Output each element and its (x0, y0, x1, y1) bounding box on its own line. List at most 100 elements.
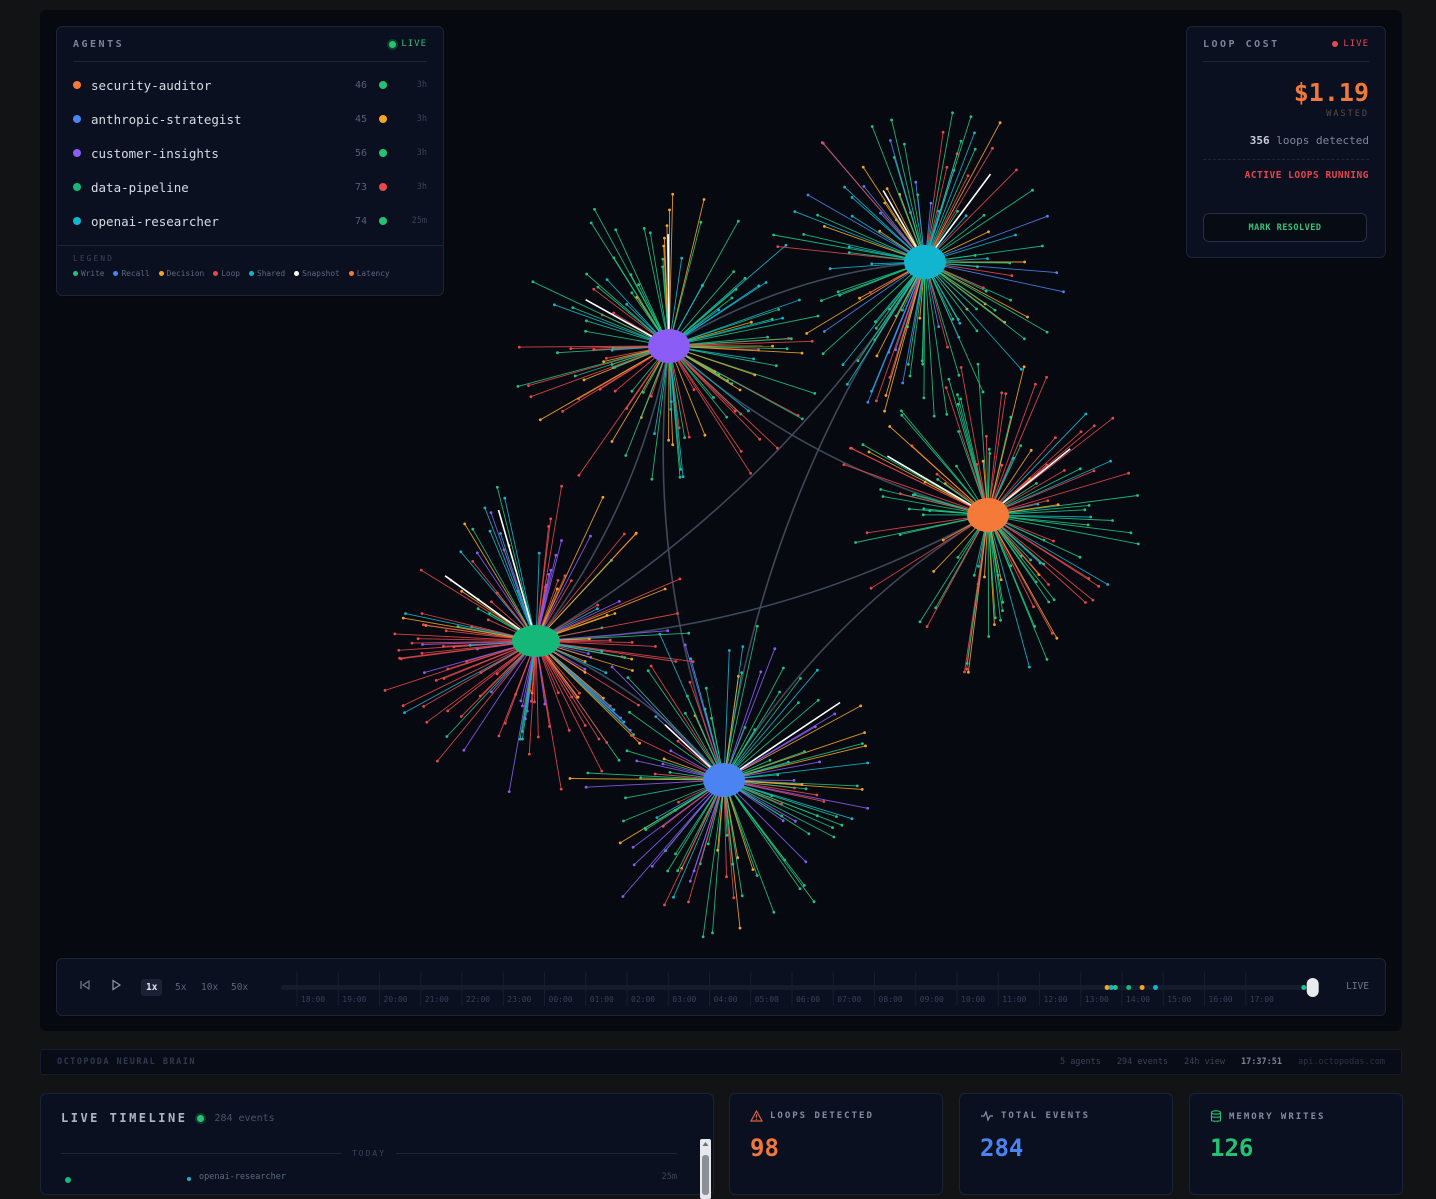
timeline-event-marker[interactable] (1153, 985, 1158, 990)
agent-node-anthropic-strategist[interactable] (703, 763, 745, 797)
hour-label: 06:00 (796, 995, 820, 1004)
today-divider: TODAY (61, 1149, 677, 1158)
agents-panel: AGENTS LIVE security-auditor463hanthropi… (56, 26, 444, 296)
hour-label: 02:00 (631, 995, 655, 1004)
agent-color-dot-icon (73, 217, 81, 225)
agent-last-seen: 3h (401, 114, 427, 124)
legend-label: Decision (167, 269, 205, 278)
hour-label: 13:00 (1085, 995, 1109, 1004)
agent-node-data-pipeline[interactable] (512, 625, 560, 657)
legend-item: Write (73, 269, 104, 278)
agent-row[interactable]: customer-insights563h (73, 136, 427, 170)
live-timeline-card: LIVE TIMELINE 284 events TODAY openai-re… (40, 1093, 714, 1195)
legend-dot-icon (349, 271, 354, 276)
legend-dot-icon (249, 271, 254, 276)
speed-option[interactable]: 10x (196, 979, 223, 996)
legend: LEGEND WriteRecallDecisionLoopSharedSnap… (57, 245, 443, 278)
agent-last-seen: 25m (401, 216, 427, 226)
neural-brain-view: AGENTS LIVE security-auditor463hanthropi… (40, 10, 1402, 1031)
agent-row[interactable]: openai-researcher7425m (73, 204, 427, 238)
play-icon[interactable] (110, 979, 122, 994)
agent-name: security-auditor (91, 78, 343, 93)
timeline-event-marker[interactable] (1140, 985, 1145, 990)
view-range: 24h view (1184, 1057, 1225, 1067)
agent-status-dot-icon (379, 115, 387, 123)
clock: 17:37:51 (1241, 1057, 1282, 1067)
timeline-track[interactable]: 18:0019:0020:0021:0022:0023:0000:0001:00… (281, 972, 1321, 1006)
hour-label: 23:00 (507, 995, 531, 1004)
wasted-label: WASTED (1187, 109, 1369, 119)
hour-label: 20:00 (384, 995, 408, 1004)
legend-label: Recall (121, 269, 149, 278)
timeline-event-marker[interactable] (1126, 985, 1131, 990)
agents-panel-title: AGENTS (73, 39, 124, 50)
agent-row[interactable]: anthropic-strategist453h (73, 102, 427, 136)
agent-node-security-auditor[interactable] (967, 498, 1009, 532)
timeline-scrollbar[interactable] (700, 1139, 711, 1199)
stat-card: LOOPS DETECTED98 (729, 1093, 943, 1195)
live-timeline-title: LIVE TIMELINE 284 events (61, 1111, 275, 1125)
agent-node-customer-insights[interactable] (648, 329, 690, 363)
database-icon (1210, 1110, 1222, 1123)
agent-row[interactable]: security-auditor463h (73, 68, 427, 102)
stat-card: TOTAL EVENTS284 (959, 1093, 1173, 1195)
hour-label: 09:00 (920, 995, 944, 1004)
legend-label: Loop (221, 269, 240, 278)
hour-label: 01:00 (590, 995, 614, 1004)
legend-item: Loop (213, 269, 240, 278)
timeline-agent: openai-researcher (199, 1172, 286, 1182)
stat-card: MEMORY WRITES126 (1189, 1093, 1403, 1195)
scrollbar-thumb[interactable] (702, 1155, 709, 1195)
agent-color-dot-icon (73, 81, 81, 89)
live-label: LIVE (401, 39, 427, 49)
mark-resolved-button[interactable]: MARK RESOLVED (1203, 213, 1367, 242)
agent-event-count: 45 (343, 114, 367, 125)
hour-label: 11:00 (1002, 995, 1026, 1004)
agent-status-dot-icon (379, 81, 387, 89)
stat-label: TOTAL EVENTS (1001, 1111, 1090, 1121)
hour-label: 18:00 (301, 995, 325, 1004)
loops-detected: 356 loops detected (1203, 134, 1369, 160)
loops-label: loops detected (1276, 134, 1369, 147)
scroll-up-icon[interactable] (702, 1141, 709, 1147)
agent-row[interactable]: data-pipeline733h (73, 170, 427, 204)
timeline-agent-dot-icon (187, 1177, 191, 1181)
playback-bar: 1x5x10x50x 18:0019:0020:0021:0022:0023:0… (56, 958, 1386, 1016)
agents-count: 5 agents (1060, 1057, 1101, 1067)
today-label: TODAY (352, 1149, 386, 1158)
events-count: 294 events (1117, 1057, 1168, 1067)
agent-link-edge (536, 641, 724, 780)
speed-option[interactable]: 5x (170, 979, 191, 996)
agent-status-dot-icon (379, 217, 387, 225)
agent-status-dot-icon (379, 149, 387, 157)
app-title: OCTOPODA NEURAL BRAIN (57, 1057, 196, 1067)
live-jump-button[interactable]: LIVE (1346, 981, 1369, 992)
legend-item: Recall (113, 269, 149, 278)
legend-label: Write (81, 269, 104, 278)
agent-name: openai-researcher (91, 214, 343, 229)
playhead-handle[interactable] (1307, 978, 1319, 997)
agent-last-seen: 3h (401, 80, 427, 90)
speed-option[interactable]: 1x (141, 979, 162, 996)
hour-label: 04:00 (714, 995, 738, 1004)
agent-node-openai-researcher[interactable] (904, 245, 946, 279)
speed-option[interactable]: 50x (226, 979, 253, 996)
timeline-event-marker[interactable] (1301, 985, 1306, 990)
agent-color-dot-icon (73, 149, 81, 157)
wasted-amount: $1.19 (1187, 78, 1369, 107)
active-loops-status: ACTIVE LOOPS RUNNING (1187, 170, 1369, 181)
legend-item: Decision (159, 269, 205, 278)
agent-color-dot-icon (73, 183, 81, 191)
agent-status-dot-icon (379, 183, 387, 191)
skip-back-icon[interactable] (79, 979, 91, 994)
api-host: api.octopodas.com (1298, 1057, 1385, 1067)
legend-dot-icon (213, 271, 218, 276)
agent-color-dot-icon (73, 115, 81, 123)
hour-label: 14:00 (1126, 995, 1150, 1004)
agent-name: data-pipeline (91, 180, 343, 195)
timeline-event-marker[interactable] (1113, 985, 1118, 990)
hour-label: 07:00 (837, 995, 861, 1004)
hour-label: 19:00 (342, 995, 366, 1004)
agent-link-edge (663, 346, 724, 780)
timeline-time: 25m (662, 1172, 677, 1182)
